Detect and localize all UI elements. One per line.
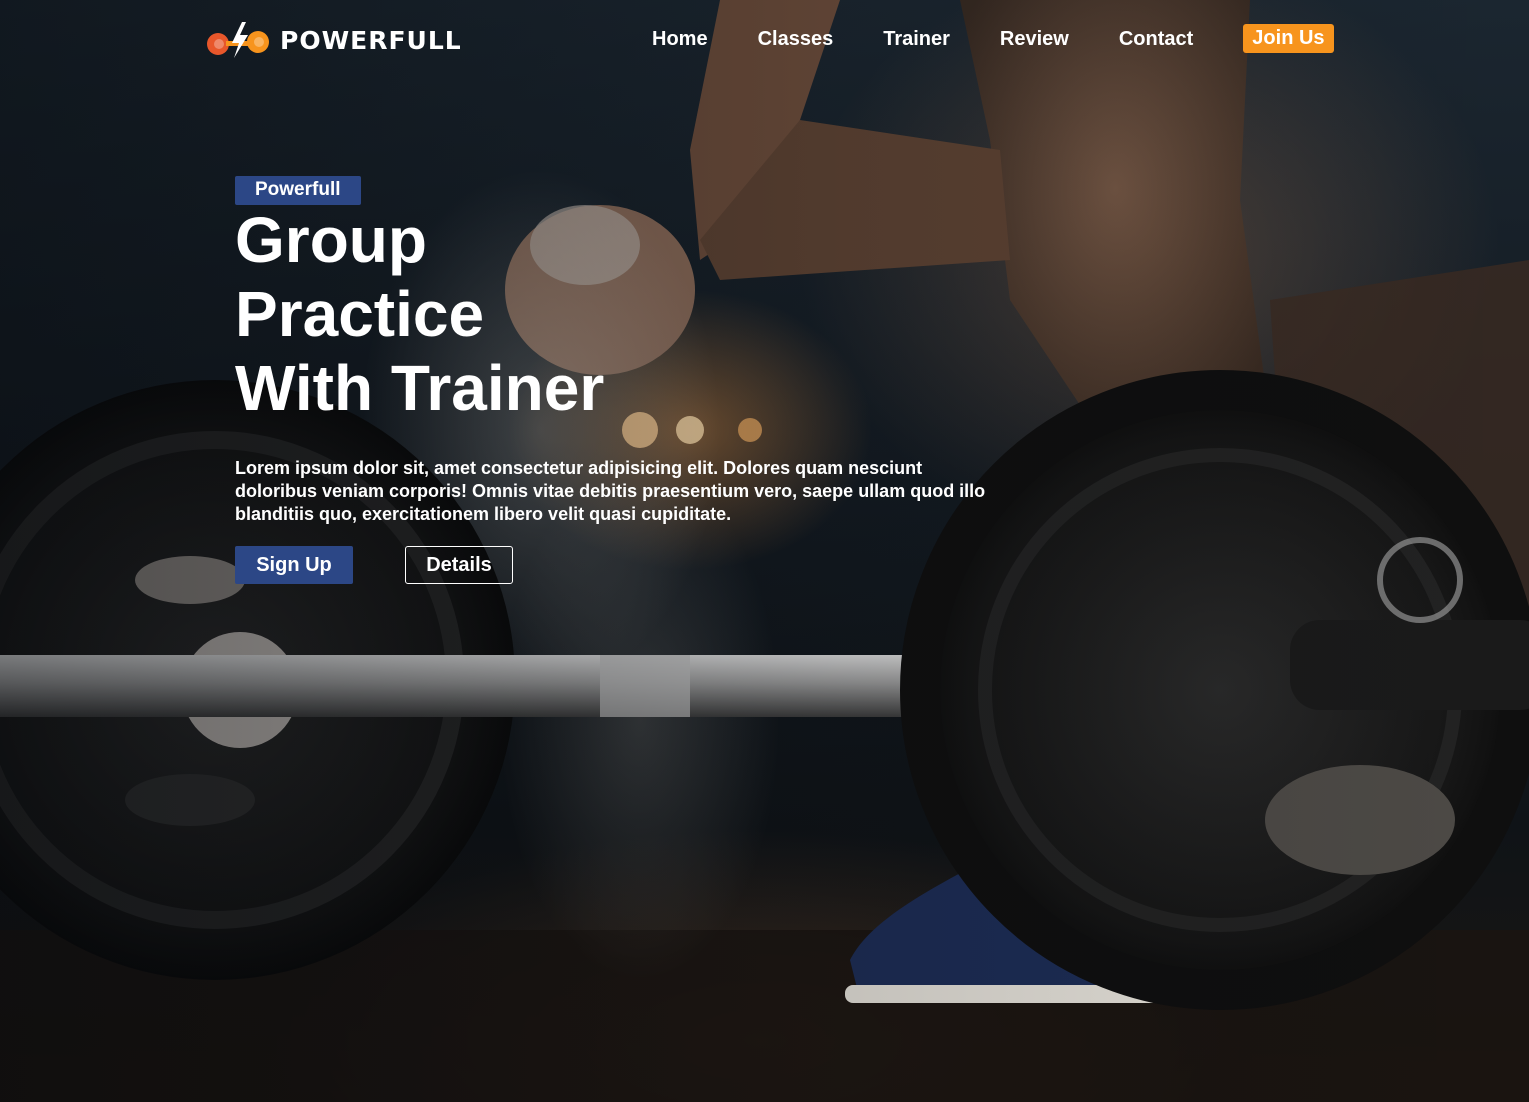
brand-logo[interactable]: POWERFULL [206, 18, 462, 62]
hero-headline: Group Practice With Trainer [235, 203, 755, 425]
hero-overlay [0, 0, 1529, 1102]
hero-description: Lorem ipsum dolor sit, amet consectetur … [235, 458, 986, 524]
nav-trainer[interactable]: Trainer [883, 26, 950, 52]
nav-home[interactable]: Home [652, 26, 708, 52]
nav-contact[interactable]: Contact [1119, 26, 1193, 52]
sign-up-button[interactable]: Sign Up [235, 546, 353, 584]
nav-review[interactable]: Review [1000, 26, 1069, 52]
nav-classes[interactable]: Classes [758, 26, 834, 52]
brand-name: POWERFULL [280, 25, 462, 55]
details-button[interactable]: Details [405, 546, 513, 584]
join-us-button[interactable]: Join Us [1243, 24, 1334, 53]
headline-line-2: Practice [235, 278, 485, 350]
headline-line-1: Group [235, 204, 427, 276]
hero-badge: Powerfull [235, 176, 361, 205]
headline-line-3: With Trainer [235, 352, 605, 424]
main-nav: Home Classes Trainer Review Contact Join… [652, 24, 1334, 53]
hero-section: POWERFULL Home Classes Trainer Review Co… [0, 0, 1529, 1102]
dumbbell-bolt-icon [207, 22, 269, 58]
